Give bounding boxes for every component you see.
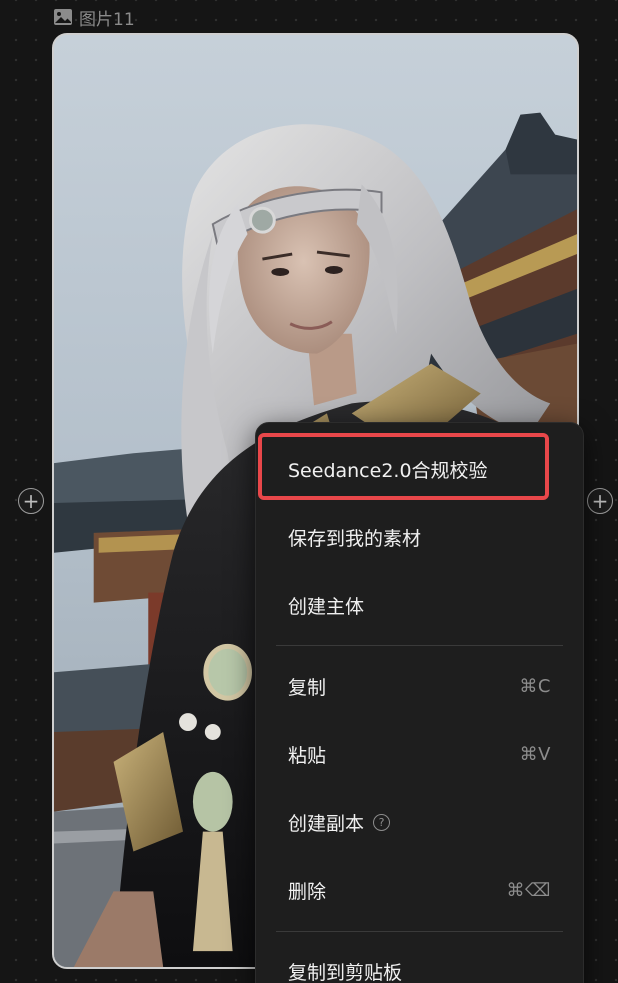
- menu-divider: [276, 645, 563, 646]
- menu-item-delete[interactable]: 删除 ⌘⌫: [256, 862, 583, 918]
- left-connector-button[interactable]: +: [18, 488, 44, 514]
- node-title: 图片11: [79, 9, 135, 30]
- menu-item-paste[interactable]: 粘贴 ⌘V: [256, 726, 583, 782]
- menu-item-label: 删除: [288, 880, 327, 903]
- menu-item-copy-to-clipboard[interactable]: 复制到剪贴板: [256, 943, 583, 983]
- menu-item-create-subject[interactable]: 创建主体: [256, 577, 583, 633]
- help-icon[interactable]: ?: [373, 813, 391, 831]
- menu-item-label: Seedance2.0合规校验: [288, 459, 488, 482]
- context-menu: Seedance2.0合规校验 保存到我的素材 创建主体 复制 ⌘C 粘贴 ⌘V…: [255, 422, 584, 983]
- menu-item-label: 创建副本: [288, 812, 365, 835]
- menu-item-label: 粘贴: [288, 744, 327, 767]
- menu-item-duplicate[interactable]: 创建副本 ?: [256, 794, 583, 850]
- image-icon: [53, 8, 73, 26]
- plus-icon: +: [591, 489, 609, 513]
- menu-item-label: 复制: [288, 676, 327, 699]
- shortcut-hint: ⌘⌫: [506, 879, 551, 901]
- menu-item-seedance-compliance-check[interactable]: Seedance2.0合规校验: [256, 441, 583, 497]
- plus-icon: +: [22, 489, 40, 513]
- right-connector-button[interactable]: +: [587, 488, 613, 514]
- menu-item-label: 复制到剪贴板: [288, 961, 403, 983]
- menu-item-label: 创建主体: [288, 595, 365, 618]
- menu-item-label: 保存到我的素材: [288, 527, 422, 550]
- menu-divider: [276, 931, 563, 932]
- menu-item-copy[interactable]: 复制 ⌘C: [256, 658, 583, 714]
- shortcut-hint: ⌘C: [519, 675, 551, 697]
- menu-item-save-to-my-assets[interactable]: 保存到我的素材: [256, 509, 583, 565]
- shortcut-hint: ⌘V: [519, 743, 551, 765]
- node-header: 图片11: [53, 5, 135, 30]
